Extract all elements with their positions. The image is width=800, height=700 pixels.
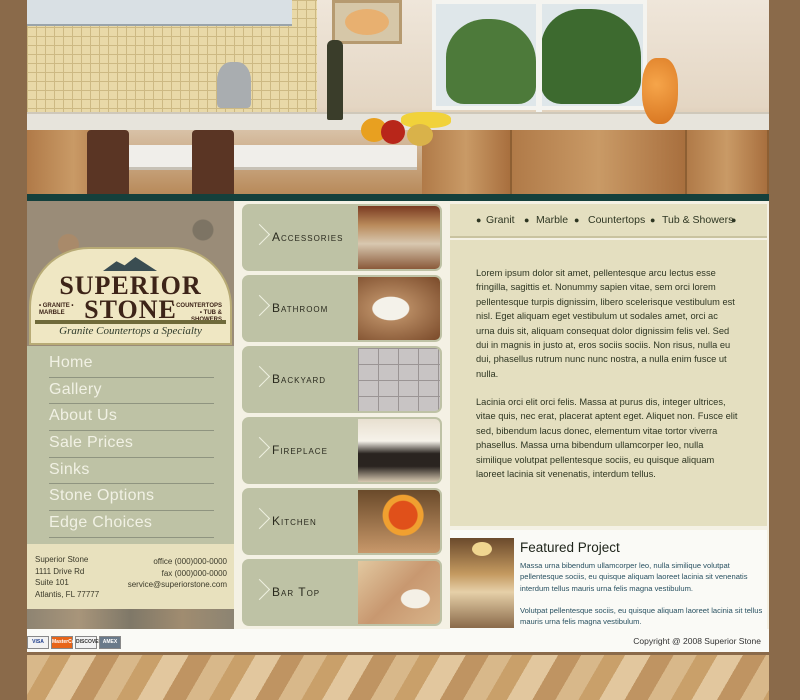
featured-paragraph: Volutpat pellentesque sociis, eu quisque… (520, 606, 763, 627)
topnav-marble[interactable]: Marble (536, 214, 568, 226)
bullet-icon: ● (650, 215, 656, 225)
featured-project-image[interactable] (450, 538, 514, 628)
address-suite: Suite 101 (35, 578, 69, 587)
chevron-right-icon (252, 224, 266, 250)
category-label: Backyard (272, 372, 327, 386)
orange-vase (642, 58, 678, 124)
superior-stone-logo[interactable]: SUPERIOR STONE • GRANITE • MARBLE • COUN… (29, 247, 232, 345)
address-city: Atlantis, FL 77777 (35, 589, 100, 599)
kitchen-thumbnail (358, 490, 440, 553)
topnav-tub-showers[interactable]: Tub & Showers (662, 214, 733, 226)
featured-paragraph: Massa urna bibendum ullamcorper leo, nul… (520, 561, 748, 593)
upper-cabinet (27, 0, 292, 26)
content-paragraph: Lorem ipsum dolor sit amet, pellentesque… (476, 268, 735, 379)
bullet-icon: ● (731, 215, 737, 225)
bullet-icon: ● (476, 215, 482, 225)
bullet-icon: ● (574, 215, 580, 225)
email-link[interactable]: service@superiorstone.com (128, 579, 227, 591)
chevron-right-icon (252, 366, 266, 392)
category-label: Kitchen (272, 514, 317, 528)
category-label: Bar Top (272, 585, 321, 599)
footer: VISA MasterCard DISCOVER AMEX Copyright … (27, 629, 769, 655)
category-accessories[interactable]: Accessories (242, 204, 442, 271)
topnav-granit[interactable]: Granit (486, 214, 515, 226)
contact-info: Superior Stone 1111 Drive Rd Suite 101 A… (27, 544, 234, 609)
kettle (217, 62, 251, 108)
nav-about-us[interactable]: About Us (49, 404, 214, 432)
wall-picture (332, 0, 402, 44)
bar-stool (87, 130, 129, 194)
nav-home[interactable]: Home (49, 351, 214, 378)
wine-bottle (327, 40, 343, 120)
content-paragraph: Lacinia orci elit orci felis. Massa at p… (476, 397, 738, 480)
copyright-text: Copyright @ 2008 Superior Stone (633, 636, 761, 646)
bar-stool (192, 130, 234, 194)
chevron-right-icon (252, 437, 266, 463)
kitchen-window (432, 0, 647, 114)
featured-project: Featured Project Massa urna bibendum ull… (450, 530, 767, 629)
main-nav: Home Gallery About Us Sale Prices Sinks … (49, 351, 214, 538)
category-kitchen[interactable]: Kitchen (242, 488, 442, 555)
top-nav: ● Granit ● Marble ● Countertops ● Tub & … (450, 204, 767, 238)
office-phone: office (000)000-0000 (153, 557, 227, 566)
chevron-right-icon (252, 579, 266, 605)
fireplace-thumbnail (358, 419, 440, 482)
address-street: 1111 Drive Rd (35, 566, 85, 576)
amex-card-icon: AMEX (99, 636, 121, 649)
bar-top-thumbnail (358, 561, 440, 624)
address-company: Superior Stone (35, 555, 89, 564)
bathroom-thumbnail (358, 277, 440, 340)
discover-card-icon: DISCOVER (75, 636, 102, 649)
logo-tag-left: • GRANITE • MARBLE (39, 303, 74, 316)
visa-card-icon: VISA (27, 636, 49, 649)
granite-texture-bottom (27, 655, 769, 700)
hero-kitchen-image (27, 0, 769, 194)
mastercard-icon: MasterCard (51, 636, 80, 649)
category-label: Bathroom (272, 301, 329, 315)
category-bar-top[interactable]: Bar Top (242, 559, 442, 626)
nav-sale-prices[interactable]: Sale Prices (49, 431, 214, 458)
kitchen-island (127, 145, 417, 167)
featured-title: Featured Project (520, 540, 620, 555)
logo-band (35, 320, 226, 324)
category-backyard[interactable]: Backyard (242, 346, 442, 413)
chevron-right-icon (252, 295, 266, 321)
nav-gallery[interactable]: Gallery (49, 378, 214, 405)
category-label: Fireplace (272, 443, 328, 457)
category-column: Accessories Bathroom Backyard Fireplace … (234, 201, 448, 629)
left-sidebar: SUPERIOR STONE • GRANITE • MARBLE • COUN… (27, 201, 234, 629)
bullet-icon: ● (524, 215, 530, 225)
main-content: ● Granit ● Marble ● Countertops ● Tub & … (448, 201, 769, 629)
nav-stone-options[interactable]: Stone Options (49, 484, 214, 512)
content-area: Lorem ipsum dolor sit amet, pellentesque… (450, 240, 767, 526)
category-label: Accessories (272, 230, 344, 244)
nav-sinks[interactable]: Sinks (49, 458, 214, 485)
category-bathroom[interactable]: Bathroom (242, 275, 442, 342)
backyard-thumbnail (358, 348, 440, 411)
accessories-thumbnail (358, 206, 440, 269)
fax-number: fax (000)000-0000 (161, 568, 227, 578)
topnav-countertops[interactable]: Countertops (588, 214, 645, 226)
logo-slogan: Granite Countertops a Specialty (59, 325, 202, 337)
category-fireplace[interactable]: Fireplace (242, 417, 442, 484)
fruit-bowl (357, 108, 467, 148)
mountain-icon (103, 257, 157, 271)
nav-edge-choices[interactable]: Edge Choices (49, 511, 214, 538)
granite-texture-footer (27, 609, 234, 629)
chevron-right-icon (252, 508, 266, 534)
header-divider (27, 194, 769, 201)
